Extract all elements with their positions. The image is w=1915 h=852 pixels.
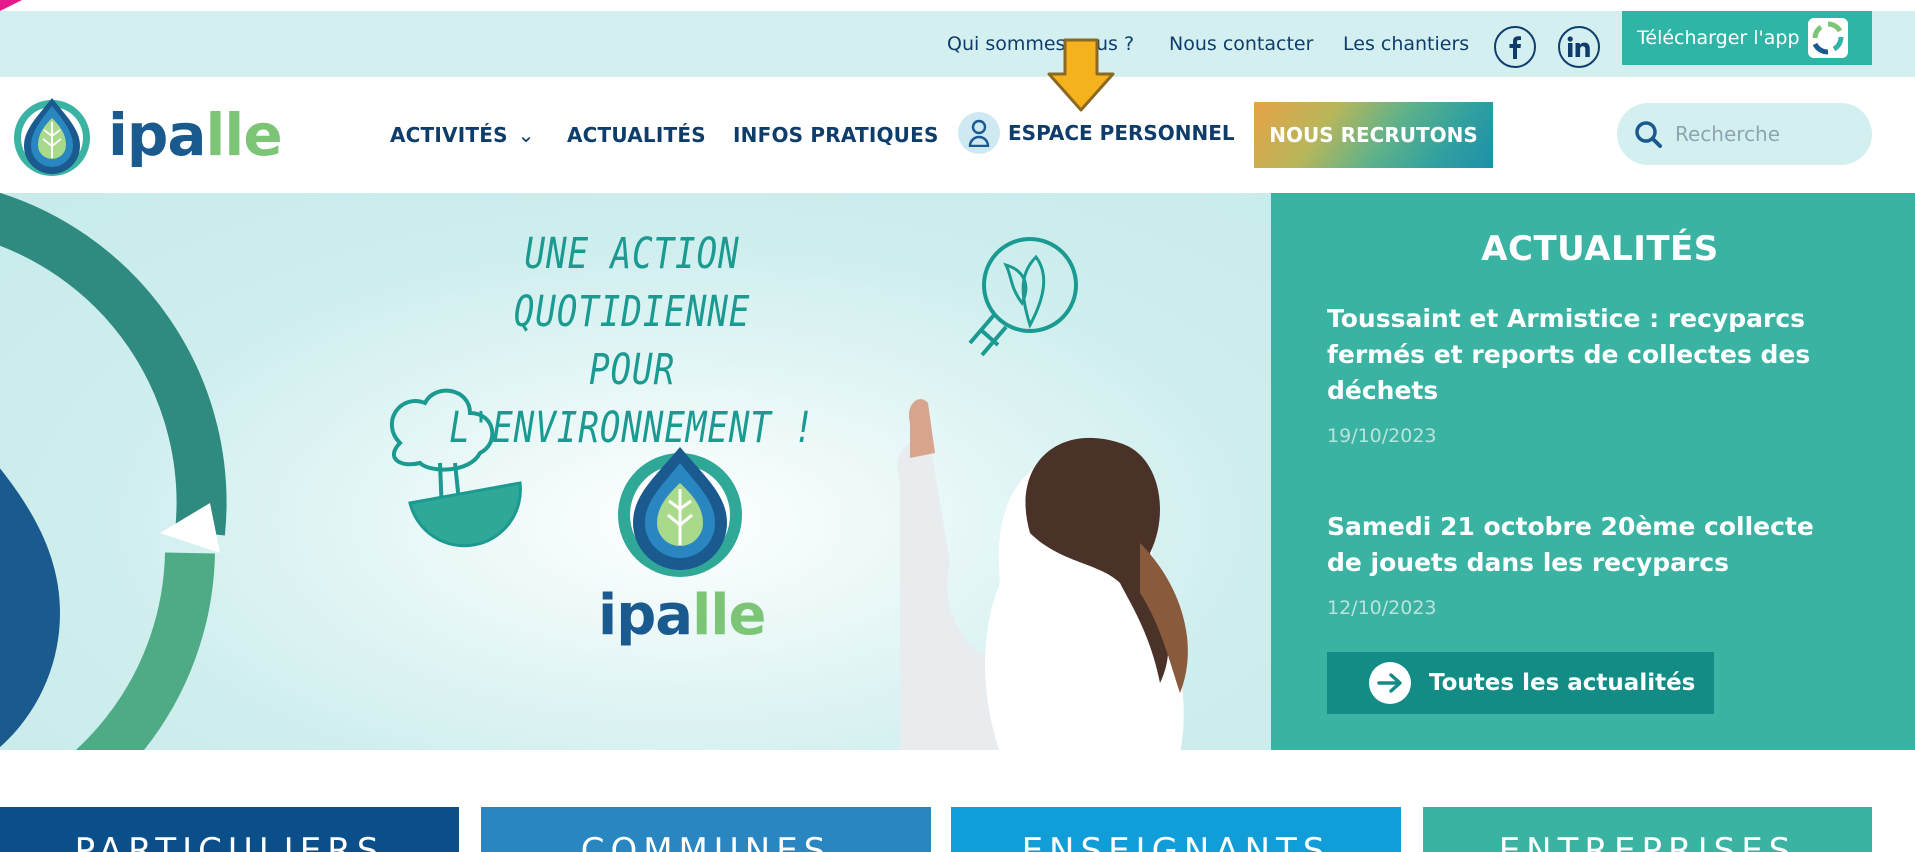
nav-espace-personnel[interactable]: ESPACE PERSONNEL: [958, 112, 1235, 154]
site-logo[interactable]: ipalle: [10, 92, 283, 178]
news-panel-title: ACTUALITÉS: [1481, 229, 1719, 269]
lightbulb-drawing-icon: [968, 237, 1078, 357]
worksites-link[interactable]: Les chantiers: [1343, 33, 1469, 55]
nav-activites[interactable]: ACTIVITÉS ⌄: [390, 123, 535, 147]
all-news-label: Toutes les actualités: [1429, 670, 1696, 696]
nav-actualites[interactable]: ACTUALITÉS: [567, 123, 706, 147]
arrow-right-icon: [1369, 662, 1411, 704]
all-news-button[interactable]: Toutes les actualités: [1327, 652, 1714, 714]
contact-link[interactable]: Nous contacter: [1169, 33, 1313, 55]
nav-infos-pratiques[interactable]: INFOS PRATIQUES: [733, 123, 939, 147]
news-date: 19/10/2023: [1327, 425, 1437, 447]
main-header: ipalle ACTIVITÉS ⌄ ACTUALITÉS INFOS PRATI…: [0, 77, 1915, 193]
facebook-icon[interactable]: [1494, 26, 1536, 68]
top-edge: [0, 0, 1915, 11]
news-headline[interactable]: Toussaint et Armistice : recyparcs fermé…: [1327, 301, 1847, 409]
brand-wordmark: ipalle: [108, 101, 283, 169]
recruiting-button[interactable]: NOUS RECRUTONS: [1254, 102, 1493, 168]
download-app-button[interactable]: Télécharger l'app: [1622, 11, 1872, 65]
search-box[interactable]: [1617, 103, 1872, 165]
page: Qui sommes-nous ? Nous contacter Les cha…: [0, 0, 1915, 852]
annotation-arrow-icon: [1047, 38, 1115, 112]
hero-brand-wordmark: ipalle: [598, 583, 766, 648]
drop-leaf-logo-icon: [14, 98, 90, 176]
news-panel: ACTUALITÉS Toussaint et Armistice : recy…: [1271, 193, 1915, 750]
chevron-down-icon: ⌄: [517, 123, 535, 147]
nav-espace-label: ESPACE PERSONNEL: [1008, 121, 1235, 145]
tile-enseignants[interactable]: ENSEIGNANTS: [951, 807, 1401, 852]
search-input[interactable]: [1675, 122, 1855, 146]
nav-activites-label: ACTIVITÉS: [390, 123, 508, 147]
child-illustration: [897, 399, 1188, 750]
download-app-label: Télécharger l'app: [1637, 27, 1800, 49]
center-logo-icon: [618, 447, 742, 577]
corner-decoration: [0, 0, 22, 11]
tile-particuliers[interactable]: PARTICULIERS: [0, 807, 459, 852]
news-date: 12/10/2023: [1327, 597, 1437, 619]
hero-banner[interactable]: UNE ACTION QUOTIDIENNE POUR L'ENVIRONNEM…: [0, 193, 1271, 750]
tile-entreprises[interactable]: ENTREPRISES: [1423, 807, 1872, 852]
tree-globe-drawing-icon: [389, 388, 522, 548]
linkedin-icon[interactable]: [1558, 26, 1600, 68]
search-icon: [1635, 121, 1662, 148]
recycle-icon: [1807, 18, 1848, 58]
news-item[interactable]: Samedi 21 octobre 20ème collecte de joue…: [1327, 509, 1847, 619]
news-item[interactable]: Toussaint et Armistice : recyparcs fermé…: [1327, 301, 1847, 447]
tile-communes[interactable]: COMMUNES: [481, 807, 931, 852]
hero-headline-line1: UNE ACTION QUOTIDIENNE: [513, 229, 751, 337]
news-headline[interactable]: Samedi 21 octobre 20ème collecte de joue…: [1327, 509, 1847, 581]
large-logo-decoration: [0, 193, 227, 750]
user-icon: [958, 112, 1000, 154]
